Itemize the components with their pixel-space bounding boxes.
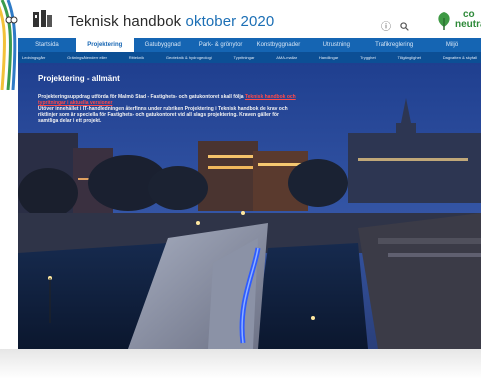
nav-item-projektering[interactable]: Projektering	[75, 38, 134, 52]
subnav-item[interactable]: Tillgänglighet	[398, 52, 421, 63]
subnav-item[interactable]: Geoteknik & hydrogeologi	[166, 52, 212, 63]
subnav-item[interactable]: Typritningar	[234, 52, 255, 63]
sub-navigation: Ledningsgårr Gräningsåtenderr eller Ritt…	[18, 52, 481, 63]
co2-neutral-leaf-icon	[435, 10, 453, 35]
subnav-item[interactable]: Dagvatten & skyfall	[443, 52, 477, 63]
header-tools: ⓘ	[381, 18, 415, 33]
nav-item-trafikreglering[interactable]: Trafikreglering	[365, 38, 423, 52]
co2-neutral-badge: co neutral	[455, 10, 481, 30]
nav-item-miljo[interactable]: Miljö	[423, 38, 481, 52]
subnav-item[interactable]: AMA-mallar	[276, 52, 297, 63]
site-header: Teknisk handbok oktober 2020 ⓘ co neutra…	[18, 0, 481, 38]
main-navigation: Startsida Projektering Gatubyggnad Park-…	[18, 38, 481, 52]
nav-item-park-gronytor[interactable]: Park- & grönytor	[192, 38, 250, 52]
site-title[interactable]: Teknisk handbok oktober 2020	[68, 13, 274, 30]
hero-title: Projektering - allmänt	[38, 74, 120, 83]
hero-banner: Projektering - allmänt Projekteringsuppd…	[18, 63, 481, 349]
nav-item-konstbyggnader[interactable]: Konstbyggnader	[250, 38, 308, 52]
badge-line-2: neutral	[455, 19, 481, 30]
subnav-item[interactable]: Trygghet	[360, 52, 376, 63]
nav-item-gatubyggnad[interactable]: Gatubyggnad	[134, 38, 192, 52]
subnav-item[interactable]: Ledningsgårr	[22, 52, 45, 63]
site-title-main: Teknisk handbok	[68, 13, 182, 30]
hero-intro-text: Projekteringsuppdrag utförda för Malmö S…	[38, 94, 300, 124]
subnav-item[interactable]: Gräningsåtenderr eller	[67, 52, 107, 63]
subnav-item[interactable]: Handlingar	[319, 52, 338, 63]
info-icon[interactable]: ⓘ	[381, 22, 391, 33]
hero-text-part-2: Utöver innehållet i IT-handledningen åte…	[38, 106, 288, 124]
page-bottom-shadow	[0, 349, 481, 379]
nav-item-utrustning[interactable]: Utrustning	[307, 38, 365, 52]
malmo-griffin-logo-icon[interactable]	[32, 9, 54, 34]
subnav-item[interactable]: Ritteknik	[129, 52, 144, 63]
nav-item-startsida[interactable]: Startsida	[18, 38, 76, 52]
decorative-map-strip	[0, 0, 18, 90]
site-title-edition: oktober 2020	[185, 13, 275, 30]
search-icon[interactable]	[400, 22, 409, 33]
